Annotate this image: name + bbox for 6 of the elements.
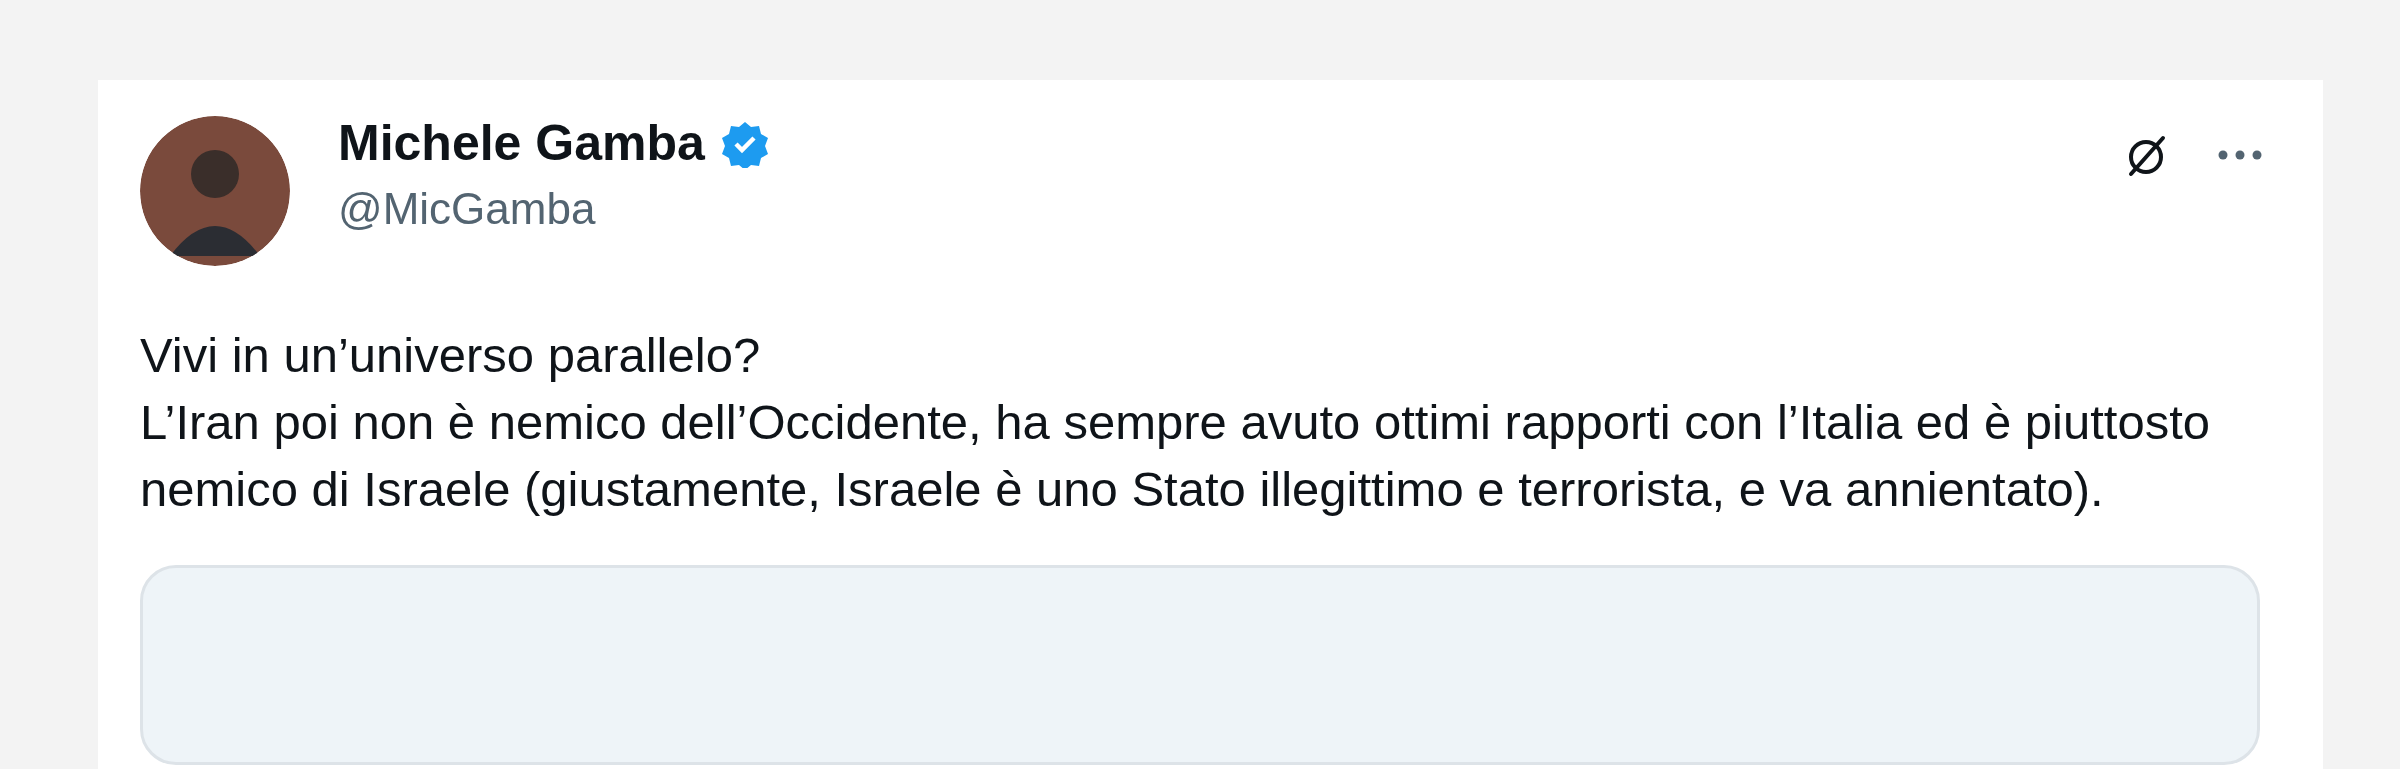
avatar[interactable] bbox=[140, 116, 290, 266]
more-icon[interactable] bbox=[2217, 149, 2263, 161]
post-text-line: Vivi in un’universo parallelo? bbox=[140, 327, 762, 384]
author-handle[interactable]: @MicGamba bbox=[338, 183, 2123, 236]
author-name[interactable]: Michele Gamba bbox=[338, 116, 705, 171]
post-text: L’Iran poi non è nemico dell’Occidente, ha sempre avuto ottimi rapporti con l’Italia ed è piuttosto nemico di Israele (giustamente, Israele è uno Stato illegittimo e terrorista, e va annientato). bbox=[140, 394, 2212, 518]
